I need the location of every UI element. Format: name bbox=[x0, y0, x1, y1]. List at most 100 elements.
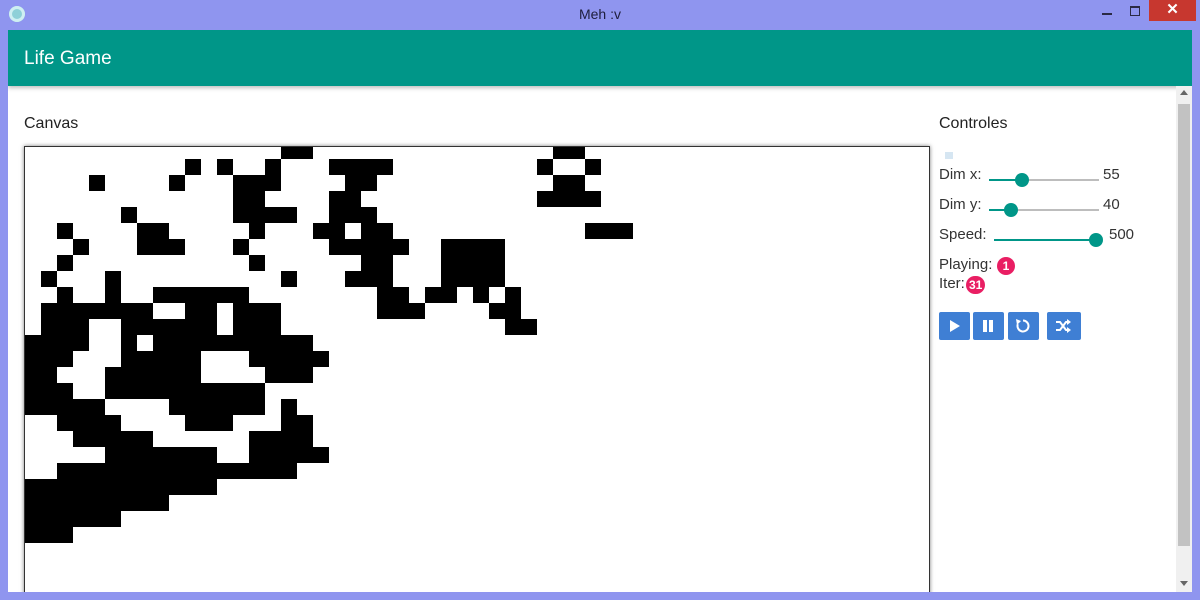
alive-cell[interactable] bbox=[553, 175, 569, 191]
slider-thumb[interactable] bbox=[1089, 233, 1103, 247]
alive-cell[interactable] bbox=[89, 399, 105, 415]
alive-cell[interactable] bbox=[137, 223, 153, 239]
alive-cell[interactable] bbox=[201, 319, 217, 335]
alive-cell[interactable] bbox=[137, 447, 153, 463]
alive-cell[interactable] bbox=[153, 383, 169, 399]
alive-cell[interactable] bbox=[105, 463, 121, 479]
alive-cell[interactable] bbox=[441, 287, 457, 303]
alive-cell[interactable] bbox=[41, 319, 57, 335]
alive-cell[interactable] bbox=[57, 351, 73, 367]
alive-cell[interactable] bbox=[185, 367, 201, 383]
alive-cell[interactable] bbox=[105, 287, 121, 303]
alive-cell[interactable] bbox=[585, 223, 601, 239]
alive-cell[interactable] bbox=[105, 479, 121, 495]
alive-cell[interactable] bbox=[553, 147, 569, 159]
alive-cell[interactable] bbox=[73, 335, 89, 351]
alive-cell[interactable] bbox=[25, 383, 41, 399]
alive-cell[interactable] bbox=[57, 495, 73, 511]
alive-cell[interactable] bbox=[329, 159, 345, 175]
alive-cell[interactable] bbox=[89, 479, 105, 495]
alive-cell[interactable] bbox=[441, 255, 457, 271]
alive-cell[interactable] bbox=[201, 463, 217, 479]
alive-cell[interactable] bbox=[249, 207, 265, 223]
alive-cell[interactable] bbox=[249, 463, 265, 479]
alive-cell[interactable] bbox=[121, 335, 137, 351]
alive-cell[interactable] bbox=[73, 495, 89, 511]
alive-cell[interactable] bbox=[153, 367, 169, 383]
alive-cell[interactable] bbox=[137, 351, 153, 367]
alive-cell[interactable] bbox=[89, 511, 105, 527]
alive-cell[interactable] bbox=[185, 479, 201, 495]
alive-cell[interactable] bbox=[329, 223, 345, 239]
alive-cell[interactable] bbox=[393, 287, 409, 303]
alive-cell[interactable] bbox=[41, 335, 57, 351]
alive-cell[interactable] bbox=[185, 351, 201, 367]
alive-cell[interactable] bbox=[377, 287, 393, 303]
alive-cell[interactable] bbox=[185, 303, 201, 319]
alive-cell[interactable] bbox=[361, 159, 377, 175]
pause-button[interactable] bbox=[973, 312, 1004, 340]
alive-cell[interactable] bbox=[313, 223, 329, 239]
alive-cell[interactable] bbox=[409, 303, 425, 319]
alive-cell[interactable] bbox=[169, 463, 185, 479]
alive-cell[interactable] bbox=[25, 495, 41, 511]
alive-cell[interactable] bbox=[233, 319, 249, 335]
alive-cell[interactable] bbox=[121, 367, 137, 383]
alive-cell[interactable] bbox=[41, 399, 57, 415]
alive-cell[interactable] bbox=[377, 271, 393, 287]
alive-cell[interactable] bbox=[137, 319, 153, 335]
alive-cell[interactable] bbox=[281, 415, 297, 431]
alive-cell[interactable] bbox=[297, 335, 313, 351]
alive-cell[interactable] bbox=[57, 511, 73, 527]
dim-y-slider[interactable] bbox=[989, 203, 1099, 217]
alive-cell[interactable] bbox=[153, 335, 169, 351]
alive-cell[interactable] bbox=[249, 255, 265, 271]
alive-cell[interactable] bbox=[457, 255, 473, 271]
alive-cell[interactable] bbox=[217, 463, 233, 479]
alive-cell[interactable] bbox=[57, 319, 73, 335]
alive-cell[interactable] bbox=[345, 175, 361, 191]
alive-cell[interactable] bbox=[121, 351, 137, 367]
life-grid[interactable] bbox=[25, 147, 929, 592]
alive-cell[interactable] bbox=[377, 303, 393, 319]
alive-cell[interactable] bbox=[169, 239, 185, 255]
alive-cell[interactable] bbox=[249, 223, 265, 239]
alive-cell[interactable] bbox=[121, 447, 137, 463]
alive-cell[interactable] bbox=[313, 351, 329, 367]
alive-cell[interactable] bbox=[473, 239, 489, 255]
alive-cell[interactable] bbox=[185, 335, 201, 351]
alive-cell[interactable] bbox=[233, 239, 249, 255]
alive-cell[interactable] bbox=[281, 463, 297, 479]
alive-cell[interactable] bbox=[281, 399, 297, 415]
alive-cell[interactable] bbox=[377, 239, 393, 255]
alive-cell[interactable] bbox=[169, 447, 185, 463]
alive-cell[interactable] bbox=[281, 147, 297, 159]
alive-cell[interactable] bbox=[41, 303, 57, 319]
alive-cell[interactable] bbox=[137, 431, 153, 447]
alive-cell[interactable] bbox=[25, 351, 41, 367]
alive-cell[interactable] bbox=[121, 463, 137, 479]
alive-cell[interactable] bbox=[345, 207, 361, 223]
alive-cell[interactable] bbox=[345, 159, 361, 175]
alive-cell[interactable] bbox=[489, 255, 505, 271]
alive-cell[interactable] bbox=[233, 175, 249, 191]
alive-cell[interactable] bbox=[329, 239, 345, 255]
alive-cell[interactable] bbox=[137, 367, 153, 383]
alive-cell[interactable] bbox=[73, 399, 89, 415]
alive-cell[interactable] bbox=[89, 415, 105, 431]
alive-cell[interactable] bbox=[265, 447, 281, 463]
alive-cell[interactable] bbox=[265, 367, 281, 383]
alive-cell[interactable] bbox=[153, 287, 169, 303]
alive-cell[interactable] bbox=[89, 175, 105, 191]
alive-cell[interactable] bbox=[185, 159, 201, 175]
alive-cell[interactable] bbox=[377, 255, 393, 271]
alive-cell[interactable] bbox=[201, 447, 217, 463]
alive-cell[interactable] bbox=[505, 303, 521, 319]
alive-cell[interactable] bbox=[297, 447, 313, 463]
alive-cell[interactable] bbox=[89, 495, 105, 511]
alive-cell[interactable] bbox=[361, 255, 377, 271]
alive-cell[interactable] bbox=[505, 287, 521, 303]
alive-cell[interactable] bbox=[313, 447, 329, 463]
alive-cell[interactable] bbox=[73, 415, 89, 431]
alive-cell[interactable] bbox=[297, 147, 313, 159]
